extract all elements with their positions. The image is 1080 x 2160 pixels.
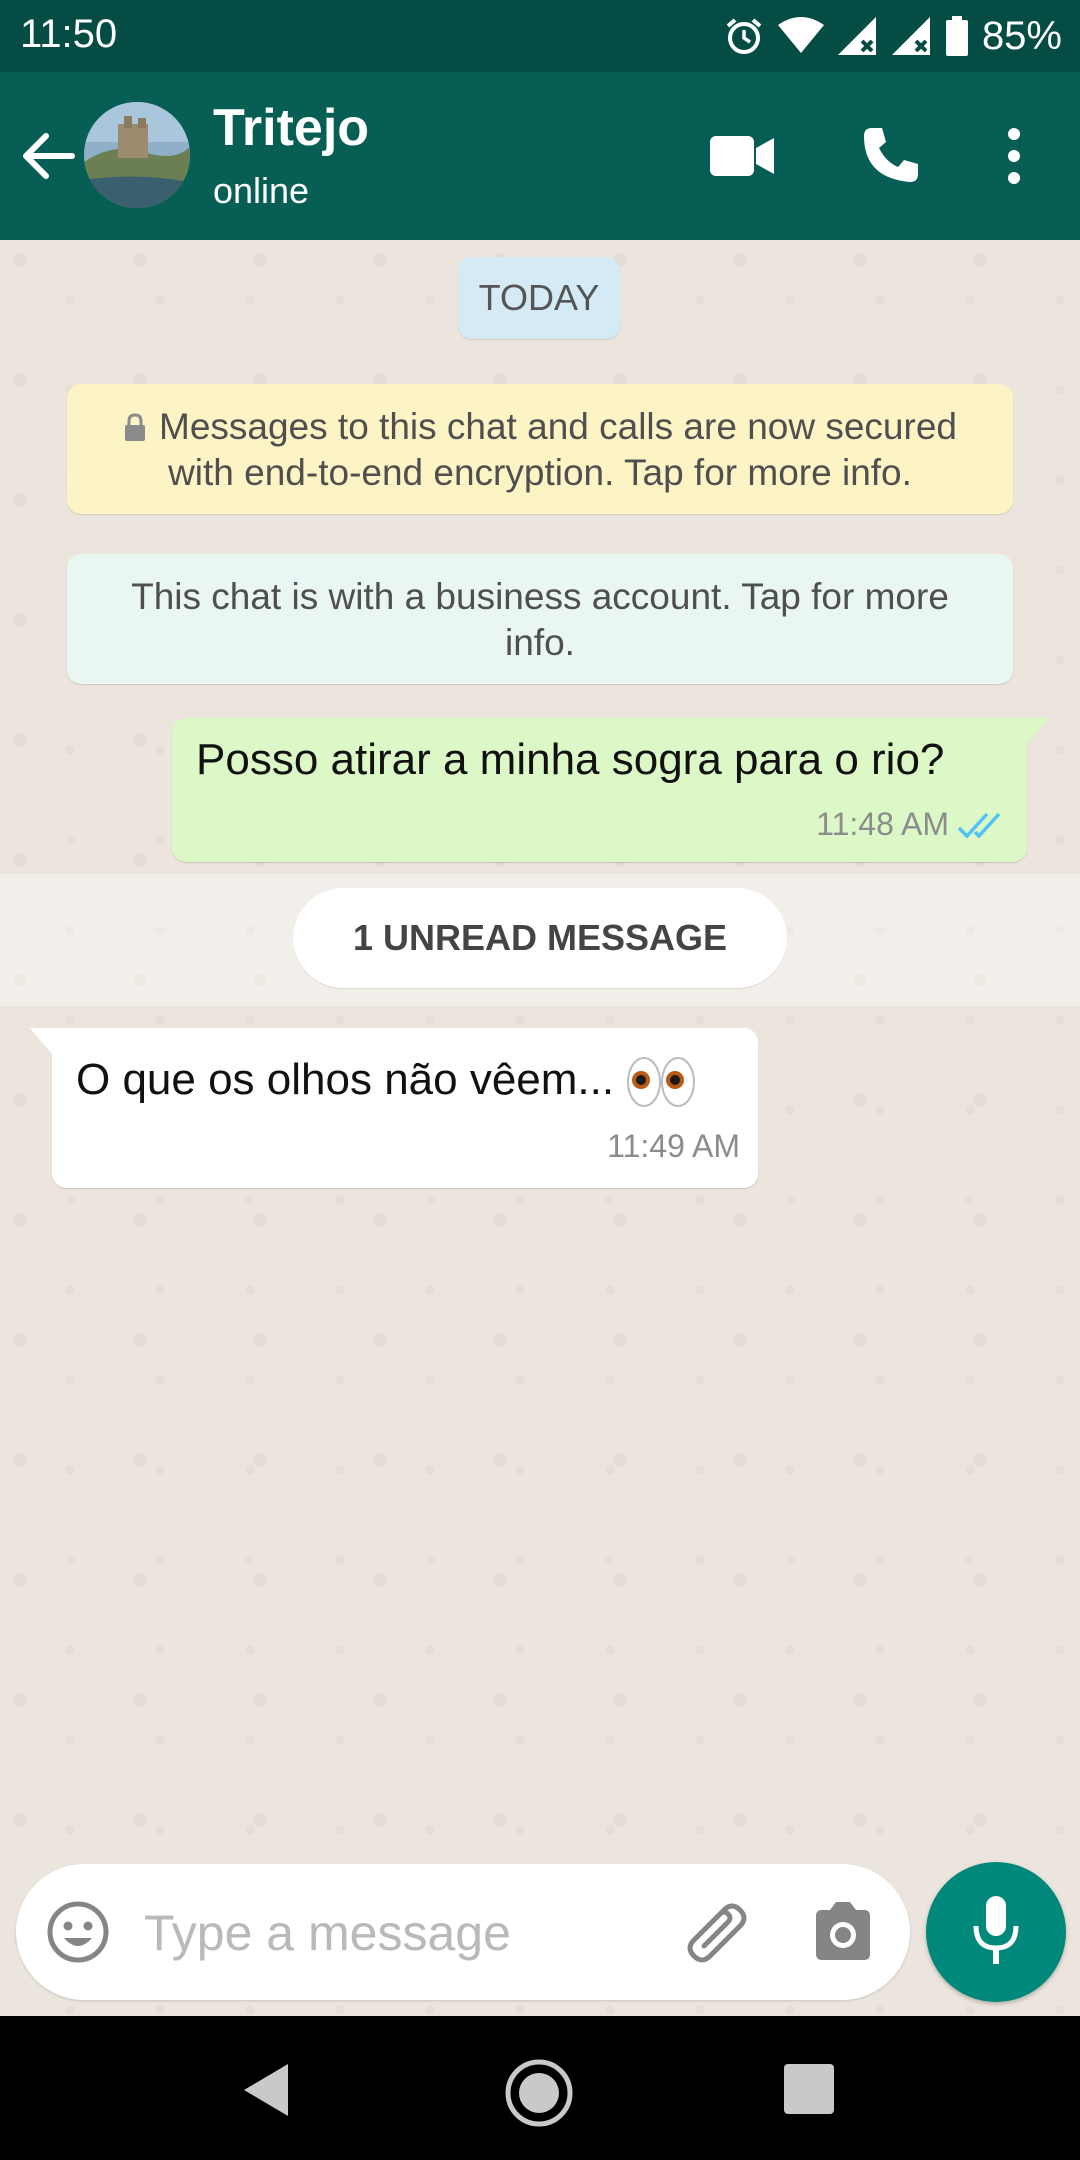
encryption-notice-text: Messages to this chat and calls are now … bbox=[159, 406, 957, 493]
alarm-icon bbox=[726, 18, 762, 54]
signal-icon bbox=[891, 17, 930, 55]
message-text: O que os olhos não vêem... bbox=[76, 1055, 615, 1104]
chat-header: Tritejo online bbox=[0, 72, 1080, 240]
back-arrow-icon[interactable] bbox=[18, 130, 78, 182]
contact-name[interactable]: Tritejo bbox=[213, 98, 369, 158]
battery-percentage: 85% bbox=[981, 13, 1062, 58]
message-time: 11:48 AM bbox=[816, 806, 949, 842]
signal-icon bbox=[837, 17, 876, 55]
contact-status: online bbox=[213, 170, 310, 211]
contact-avatar[interactable] bbox=[84, 102, 190, 208]
lock-icon bbox=[125, 413, 145, 441]
business-notice-text: This chat is with a business account. Ta… bbox=[131, 576, 949, 663]
phone-icon[interactable] bbox=[858, 124, 922, 188]
battery-icon bbox=[945, 16, 968, 56]
chat-area[interactable]: TODAY Messages to this chat and calls ar… bbox=[0, 240, 1080, 2016]
nav-recents-icon[interactable] bbox=[784, 2064, 834, 2114]
system-navigation-bar bbox=[0, 2016, 1080, 2160]
microphone-icon bbox=[973, 1896, 1019, 1964]
incoming-message[interactable]: O que os olhos não vêem... 11:49 AM bbox=[30, 1028, 758, 1188]
unread-divider: 1 UNREAD MESSAGE bbox=[0, 874, 1080, 1006]
emoji-icon[interactable] bbox=[46, 1900, 110, 1964]
status-time: 11:50 bbox=[20, 12, 118, 56]
eyes-emoji-icon bbox=[627, 1057, 696, 1108]
status-icons: 85% bbox=[724, 10, 1062, 62]
outgoing-message[interactable]: Posso atirar a minha sogra para o rio? 1… bbox=[172, 718, 1049, 862]
message-composer bbox=[16, 1864, 910, 2000]
camera-icon[interactable] bbox=[812, 1902, 874, 1962]
avatar-image bbox=[84, 102, 190, 208]
unread-count-label: 1 UNREAD MESSAGE bbox=[293, 888, 787, 988]
encryption-notice[interactable]: Messages to this chat and calls are now … bbox=[67, 384, 1013, 514]
nav-home-icon[interactable] bbox=[504, 2058, 574, 2128]
message-input[interactable] bbox=[142, 1894, 646, 1972]
message-text: Posso atirar a minha sogra para o rio? bbox=[196, 735, 945, 784]
message-text-row: O que os olhos não vêem... bbox=[76, 1052, 736, 1108]
double-check-icon bbox=[957, 812, 1001, 839]
message-time: 11:49 AM bbox=[607, 1128, 740, 1164]
status-bar: 11:50 85% bbox=[0, 0, 1080, 72]
more-vert-icon[interactable] bbox=[1000, 124, 1028, 188]
nav-back-icon[interactable] bbox=[240, 2062, 292, 2118]
business-account-notice[interactable]: This chat is with a business account. Ta… bbox=[67, 554, 1013, 684]
date-chip: TODAY bbox=[458, 257, 620, 339]
wifi-icon bbox=[777, 17, 824, 53]
voice-record-button[interactable] bbox=[926, 1862, 1066, 2002]
attach-icon[interactable] bbox=[680, 1898, 750, 1968]
video-call-icon[interactable] bbox=[710, 132, 776, 180]
